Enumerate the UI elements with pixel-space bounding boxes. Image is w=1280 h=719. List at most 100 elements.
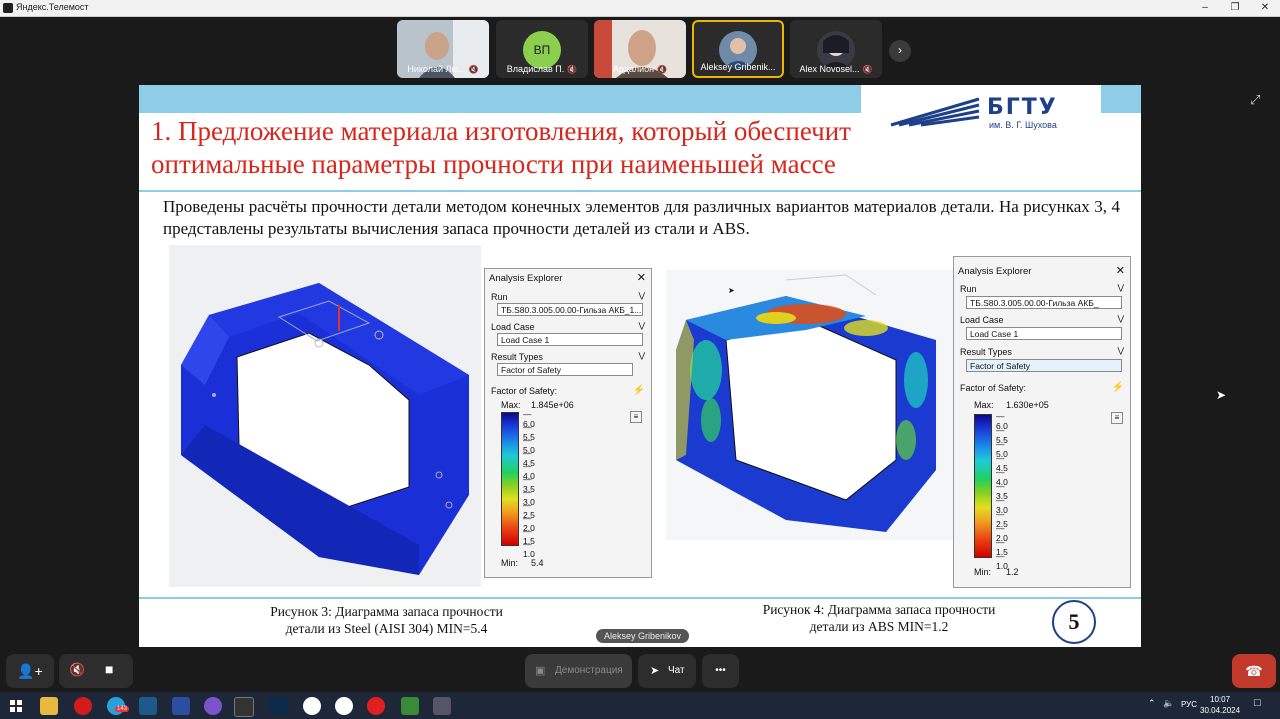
- slide-title-line: оптимальные параметры прочности при наим…: [151, 149, 836, 179]
- divider: [139, 190, 1141, 192]
- screen-share-label: Демонстрация: [555, 665, 623, 676]
- participant-name: Николай Лю...: [407, 64, 466, 74]
- chevron-down-icon[interactable]: ⋁: [1117, 283, 1124, 292]
- telemost-icon[interactable]: [234, 697, 254, 717]
- windows-start-icon[interactable]: [10, 699, 22, 712]
- chevron-down-icon[interactable]: ⋁: [1117, 314, 1124, 323]
- lightning-icon[interactable]: ⚡: [1112, 382, 1124, 393]
- menu-icon[interactable]: ≡: [1111, 412, 1123, 424]
- mouse-cursor-icon: ➤: [1216, 388, 1227, 402]
- fullscreen-icon[interactable]: ⤢: [1250, 92, 1260, 108]
- max-value: 1.630e+05: [1006, 400, 1049, 410]
- tray-chevron-icon[interactable]: ⌃: [1148, 698, 1156, 709]
- participant-tile[interactable]: ВП Владислав П. 🔇: [496, 20, 588, 78]
- panel-title: Analysis Explorer: [958, 266, 1032, 277]
- volume-icon[interactable]: 🔈: [1163, 698, 1174, 709]
- participant-name: Владислав П.: [506, 64, 565, 74]
- network-folder-icon[interactable]: [401, 697, 419, 715]
- yandex-icon[interactable]: [335, 697, 353, 715]
- add-participant-button[interactable]: 👤+: [6, 654, 54, 688]
- slide-title-line: 1. Предложение материала изготовления, к…: [151, 116, 851, 146]
- max-label: Max:: [501, 400, 521, 410]
- load-case-label: Load Case: [491, 322, 535, 332]
- hang-up-button[interactable]: ☎: [1232, 654, 1276, 688]
- run-select[interactable]: ТБ.S80.3.005.00.00-Гильза АКБ_: [966, 296, 1122, 309]
- close-icon[interactable]: ✕: [637, 271, 646, 284]
- participant-name: Alex Novosel...: [799, 64, 860, 74]
- mic-off-icon[interactable]: 🔇: [69, 662, 85, 678]
- result-types-label: Result Types: [491, 352, 543, 362]
- slide-page-number: 5: [1052, 600, 1096, 644]
- file-explorer-icon[interactable]: [40, 697, 58, 715]
- chevron-down-icon[interactable]: ⋁: [638, 351, 645, 360]
- caption-line: Рисунок 4: Диаграмма запаса прочности: [762, 602, 996, 617]
- steel-fea-model-image: [169, 245, 481, 587]
- clock-date: 30.04.2024: [1200, 706, 1241, 715]
- maximize-icon[interactable]: ❐: [1220, 0, 1250, 16]
- screen-share-button[interactable]: ▣ Демонстрация: [525, 654, 632, 688]
- lightning-icon[interactable]: ⚡: [633, 385, 645, 396]
- window-title: Яндекс.Телемост: [16, 2, 89, 12]
- caption-line: детали из ABS MIN=1.2: [809, 619, 949, 634]
- min-value: 1.2: [1006, 567, 1019, 577]
- mouse-cursor-icon: ➤: [728, 286, 735, 295]
- load-case-field[interactable]: Load Case 1: [497, 333, 643, 346]
- participant-tile[interactable]: Alex Novosel... 🔇: [790, 20, 882, 78]
- chat-button[interactable]: ➤ Чат: [638, 654, 696, 688]
- opera-icon[interactable]: [74, 697, 92, 715]
- result-type-select[interactable]: Factor of Safety: [497, 363, 633, 376]
- network-app-icon[interactable]: [139, 697, 157, 715]
- participant-tile[interactable]: Николай Лю... 🔇: [397, 20, 489, 78]
- taskbar-clock[interactable]: 10:07 30.04.2024: [1200, 694, 1240, 716]
- run-select[interactable]: ТБ.S80.3.005.00.00-Гильза АКБ_1...: [497, 303, 643, 316]
- load-case-field[interactable]: Load Case 1: [966, 327, 1122, 340]
- panel-title: Analysis Explorer: [489, 273, 563, 284]
- clock-time: 10:07: [1210, 695, 1231, 704]
- snipping-tool-icon[interactable]: [172, 697, 190, 715]
- mic-off-icon: 🔇: [468, 65, 479, 74]
- chevron-down-icon[interactable]: ⋁: [638, 321, 645, 330]
- chevron-right-icon[interactable]: ›: [889, 40, 911, 62]
- notifications-icon[interactable]: □: [1254, 697, 1261, 709]
- add-user-icon: 👤+: [17, 663, 43, 679]
- participant-name: Aleksey Gribenik...: [700, 62, 776, 72]
- minimize-icon[interactable]: –: [1190, 0, 1220, 16]
- divider: [139, 597, 1141, 599]
- close-icon[interactable]: ✕: [1250, 0, 1280, 16]
- figure-caption: Рисунок 4: Диаграмма запаса прочности де…: [709, 601, 1049, 635]
- window-titlebar: Яндекс.Телемост – ❐ ✕: [0, 0, 1280, 17]
- photoshop-icon[interactable]: [270, 697, 288, 715]
- camera-icon[interactable]: ■: [105, 661, 113, 677]
- chevron-down-icon[interactable]: ⋁: [638, 291, 645, 300]
- mic-off-icon: 🔇: [862, 65, 873, 74]
- phone-icon: ☎: [1245, 663, 1263, 679]
- min-label: Min:: [974, 567, 992, 577]
- caption-line: детали из Steel (AISI 304) MIN=5.4: [285, 621, 488, 636]
- telegram-icon[interactable]: 143: [107, 697, 130, 715]
- analysis-explorer-panel: Analysis Explorer ✕ Run ⋁ ТБ.S80.3.005.0…: [953, 256, 1131, 588]
- more-button[interactable]: •••: [702, 654, 739, 688]
- run-label: Run: [960, 284, 977, 294]
- yandex-browser-icon[interactable]: [367, 697, 385, 715]
- fos-label: Factor of Safety:: [491, 386, 558, 396]
- media-controls: 🔇 ■: [59, 654, 133, 688]
- viber-icon[interactable]: [204, 697, 222, 715]
- result-types-label: Result Types: [960, 347, 1012, 357]
- os-taskbar: ⌃ 🔈 РУС □: [0, 692, 1280, 719]
- chrome-icon[interactable]: [303, 697, 321, 715]
- load-case-label: Load Case: [960, 315, 1004, 325]
- min-value: 5.4: [531, 558, 544, 568]
- legend-color-bar: [501, 412, 519, 546]
- calculator-icon[interactable]: [433, 697, 451, 715]
- participant-tile-active[interactable]: Aleksey Gribenik...: [692, 20, 784, 78]
- result-type-select[interactable]: Factor of Safety: [966, 359, 1122, 372]
- chevron-down-icon[interactable]: ⋁: [1117, 346, 1124, 355]
- mic-off-icon: 🔇: [567, 65, 578, 74]
- participant-name: Ардалион: [612, 64, 655, 74]
- close-icon[interactable]: ✕: [1116, 264, 1125, 277]
- menu-icon[interactable]: ≡: [630, 411, 642, 423]
- language-indicator[interactable]: РУС: [1181, 700, 1197, 709]
- slide-intro-text: Проведены расчёты прочности детали метод…: [163, 197, 1120, 238]
- participant-tile[interactable]: Ардалион 🔇: [594, 20, 686, 78]
- mic-off-icon: 🔇: [657, 65, 668, 74]
